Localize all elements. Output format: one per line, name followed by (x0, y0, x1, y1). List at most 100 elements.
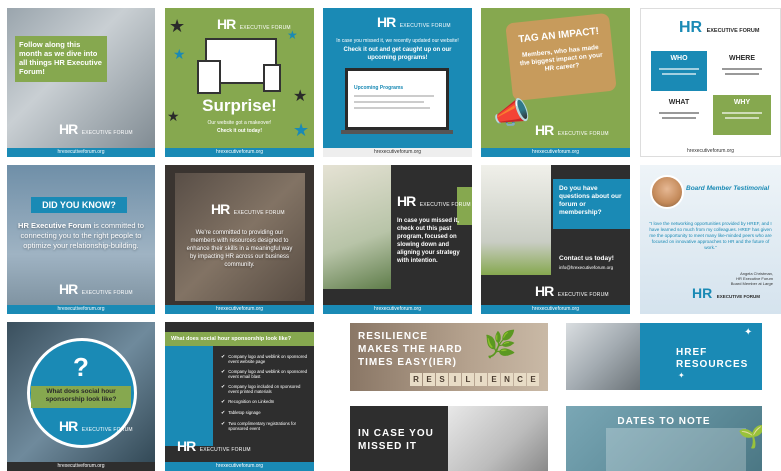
program-text: In case you missed it, check out this pa… (397, 218, 460, 264)
post-committed[interactable]: HR EXECUTIVE FORUM We're committed to pr… (165, 165, 314, 314)
check-icon: ✔ (221, 384, 226, 390)
hr-logo: HR EXECUTIVE FORUM (217, 16, 291, 32)
star-icon: ★ (169, 16, 186, 36)
missed-line2: MISSED IT (358, 441, 418, 452)
footer-url: hrexecutiveforum.org (7, 148, 155, 157)
surprise-title: Surprise! (202, 96, 277, 115)
post-surprise[interactable]: ★ ★ ★ ★ ★ ★ HR EXECUTIVE FORUM Surprise!… (165, 8, 314, 157)
green-header: What does social hour sponsorship look l… (165, 332, 314, 346)
list-item: ✔ Company logo included on sponsored even… (221, 384, 301, 394)
hr-logo: HR EXECUTIVE FORUM (535, 283, 609, 299)
post-sponsorship-details[interactable]: What does social hour sponsorship look l… (165, 322, 314, 471)
did-you-know-text: HR Executive Forum is committed to conne… (18, 221, 144, 250)
calendar-overlay (606, 428, 746, 471)
who-box: WHO (651, 51, 707, 91)
bubble-text: Members, who has made the biggest impact… (519, 44, 603, 73)
hr-logo-color: HR EXECUTIVE FORUM (692, 285, 760, 301)
hr-logo: HR EXECUTIVE FORUM (59, 121, 133, 137)
hr-logo: HR EXECUTIVE FORUM (177, 438, 251, 454)
teal-sidebar (165, 346, 213, 446)
website-line2: Check it out and get caught up on our up… (343, 47, 452, 61)
testimonial-quote: "I love the networking opportunities pro… (649, 221, 772, 250)
plant-icon: 🌱 (738, 424, 762, 449)
laptop-photo (566, 323, 640, 390)
list-item: ✔ Two complimentary registrations for spo… (221, 421, 297, 431)
footer-url: hrexecutiveforum.org (165, 462, 314, 471)
list-item: ✔ Company logo and weblink on sponsored e… (221, 369, 308, 379)
hr-logo: HR EXECUTIVE FORUM (59, 418, 133, 434)
list-item: ✔ Company logo and weblink on sponsored e… (221, 354, 308, 364)
why-box: WHY (713, 95, 771, 135)
website-line1: In case you missed it, we recently updat… (336, 38, 459, 44)
network-photo (448, 406, 548, 471)
post-website-updated[interactable]: HR EXECUTIVE FORUM In case you missed it… (323, 8, 472, 157)
dates-title: DATES TO NOTE (617, 416, 711, 427)
screen-title: Upcoming Programs (354, 85, 404, 91)
footer-url: hrexecutiveforum.org (481, 148, 630, 157)
footer-url: hrexecutiveforum.org (7, 305, 155, 314)
laptop-mockup: Upcoming Programs (341, 68, 453, 138)
sponsorship-list: ✔ Company logo and weblink on sponsored e… (221, 354, 308, 431)
speech-bubble: TAG AN IMPACT! Members, who has made the… (505, 12, 617, 102)
hr-logo: HR EXECUTIVE FORUM (211, 201, 285, 217)
check-icon: ✔ (221, 410, 226, 416)
email-text: info@hrexecutiveforum.org (559, 265, 614, 270)
hr-logo-color: HR EXECUTIVE FORUM (679, 19, 760, 36)
resilience-line2: MAKES THE HARD (358, 344, 463, 355)
office-photo (481, 165, 551, 275)
hr-logo: HR EXECUTIVE FORUM (535, 122, 609, 138)
list-item: ✔ Tabletop signage (221, 410, 261, 416)
sponsorship-question: What does social hour sponsorship look l… (45, 388, 117, 403)
plant-icon: 🌿 (484, 329, 517, 359)
post-in-case-you-missed-program[interactable]: HR EXECUTIVE FORUM In case you missed it… (323, 165, 472, 314)
star-icon: ★ (173, 46, 186, 62)
footer-url: hrexecutiveforum.org (323, 148, 472, 157)
surprise-sub1: Our website got a makeover! (207, 120, 272, 126)
committed-text: We're committed to providing our members… (186, 230, 293, 268)
post-in-case-you-missed-it[interactable]: IN CASE YOU MISSED IT (350, 406, 548, 471)
post-who-what-where-why[interactable]: HR EXECUTIVE FORUM WHO WHERE WHAT WHY hr… (640, 8, 781, 157)
question-mark-icon: ? (73, 352, 89, 382)
where-box: WHERE (713, 51, 771, 91)
post-did-you-know[interactable]: DID YOU KNOW? HR Executive Forum is comm… (7, 165, 155, 314)
resilience-line3: TIMES EASY(IER) (358, 357, 457, 368)
what-box: WHAT (651, 95, 707, 135)
footer-url: hrexecutiveforum.org (481, 305, 630, 314)
hr-logo: HR EXECUTIVE FORUM (397, 193, 471, 209)
href-line2: RESOURCES (676, 359, 749, 370)
resilience-line1: RESILIENCE (358, 331, 429, 342)
post-resilience[interactable]: RESILIENCE MAKES THE HARD TIMES EASY(IER… (350, 323, 548, 391)
post-dates-to-note[interactable]: DATES TO NOTE 🌱 (566, 406, 762, 471)
questions-text: Do you have questions about our forum or… (559, 185, 622, 216)
follow-text: Follow along this month as we dive into … (19, 40, 102, 76)
post-tag-an-impact[interactable]: TAG AN IMPACT! Members, who has made the… (481, 8, 630, 157)
footer-url: hrexecutiveforum.org (641, 147, 780, 156)
footer-url: hrexecutiveforum.org (7, 462, 155, 471)
post-sponsorship-question[interactable]: ? What does social hour sponsorship look… (7, 322, 155, 471)
check-icon: ✔ (221, 369, 226, 375)
footer-url: hrexecutiveforum.org (165, 148, 314, 157)
post-contact-us[interactable]: Do you have questions about our forum or… (481, 165, 630, 314)
post-board-testimonial[interactable]: Board Member Testimonial "I love the net… (640, 165, 781, 314)
avatar (650, 175, 684, 209)
hr-logo: HR EXECUTIVE FORUM (59, 281, 133, 297)
hr-logo: HR EXECUTIVE FORUM (377, 14, 451, 30)
check-icon: ✔ (221, 354, 226, 360)
missed-line1: IN CASE YOU (358, 428, 434, 439)
post-follow-along[interactable]: Follow along this month as we dive into … (7, 8, 155, 157)
letter-blocks: R E S I L I E N C E (410, 373, 539, 386)
did-you-know-badge: DID YOU KNOW? (31, 197, 127, 213)
post-href-resources[interactable]: ✦ ✦ HREF RESOURCES (566, 323, 762, 390)
question-band: What does social hour sponsorship look l… (31, 386, 131, 408)
sparkle-icon: ✦ (744, 327, 753, 338)
href-line1: HREF (676, 347, 708, 358)
green-text-box: Follow along this month as we dive into … (15, 36, 107, 82)
megaphone-icon: 📣 (493, 97, 531, 130)
testimonial-title: Board Member Testimonial (686, 185, 770, 192)
desk-photo (323, 165, 391, 289)
footer-url: hrexecutiveforum.org (323, 305, 472, 314)
check-icon: ✔ (221, 399, 226, 405)
check-icon: ✔ (221, 421, 226, 427)
contact-text: Contact us today! (559, 255, 614, 262)
footer-url: hrexecutiveforum.org (165, 305, 314, 314)
